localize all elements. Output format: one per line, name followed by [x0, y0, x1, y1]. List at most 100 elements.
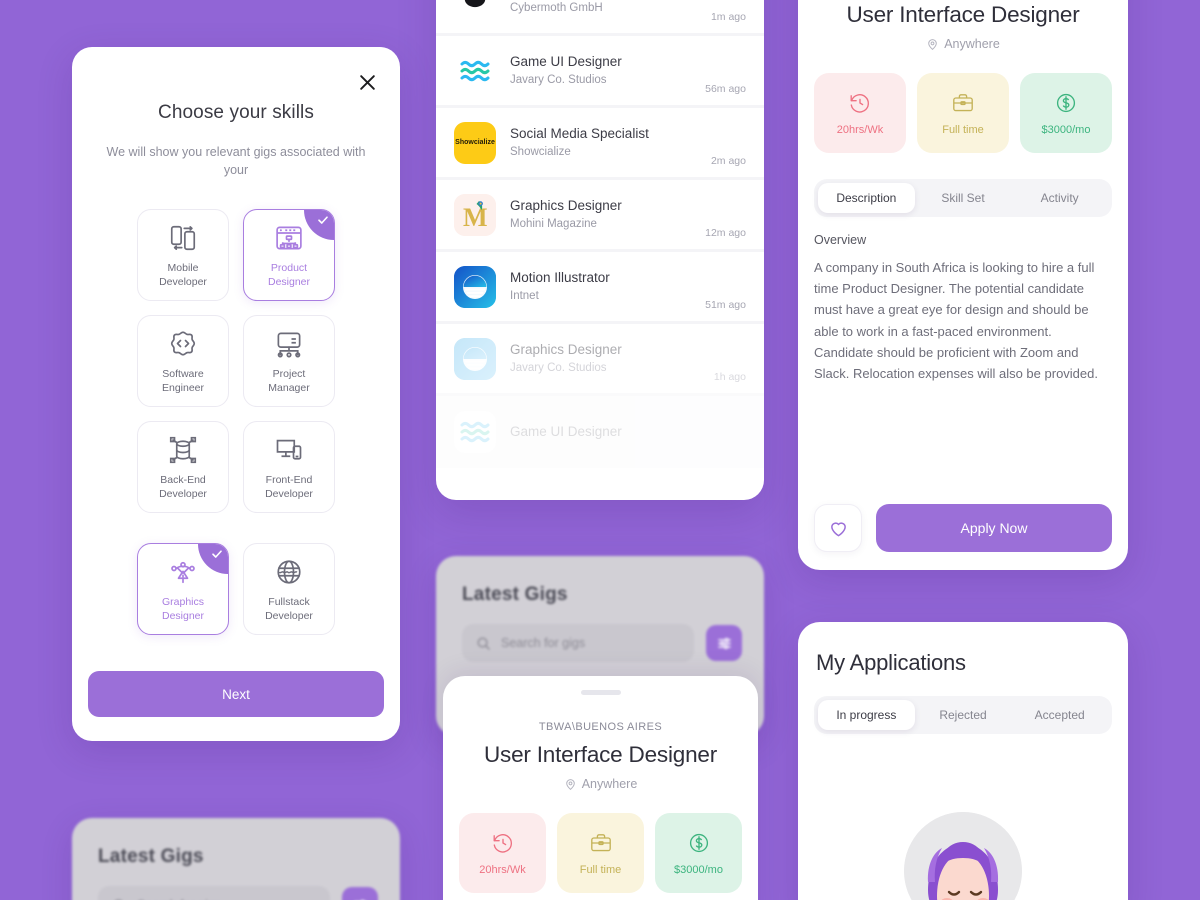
gig-title: Game UI Designer	[510, 54, 622, 70]
job-detail-tabs: Description Skill Set Activity	[814, 179, 1112, 217]
tab-in-progress[interactable]: In progress	[818, 700, 915, 730]
filter-sliders-icon	[360, 899, 364, 900]
pen-tool-icon	[171, 561, 195, 584]
latest-gigs-search-row: Search for gigs	[436, 606, 764, 662]
skill-card-graphics-designer[interactable]: Graphics Designer	[137, 543, 229, 635]
skill-card-project-manager[interactable]: Project Manager	[243, 315, 335, 407]
user-avatar-illustration	[904, 812, 1022, 900]
gig-company-logo	[454, 411, 496, 453]
skill-card-back-end-developer[interactable]: Back-End Developer	[137, 421, 229, 513]
gig-time: 1h ago	[713, 371, 746, 383]
gig-company: Javary Co. Studios	[510, 361, 607, 374]
gig-text: Graphics Designer Mohini Magazine	[510, 196, 705, 233]
job-detail-card-middle: TBWA\BUENOS AIRES User Interface Designe…	[443, 676, 758, 900]
filter-button-left[interactable]	[342, 887, 378, 900]
job-pill-label: $3000/mo	[674, 863, 723, 876]
gig-company: Mohini Magazine	[510, 217, 597, 230]
selected-check-badge	[198, 544, 228, 574]
job-pill-pay: $3000/mo	[1020, 73, 1112, 153]
gig-list-item[interactable]: M Graphics Designer Mohini Magazine 12m …	[436, 180, 764, 252]
job-pill-label: 20hrs/Wk	[479, 863, 526, 876]
dollar-circle-icon	[1056, 93, 1076, 112]
filter-button[interactable]	[706, 625, 742, 661]
gig-list-item[interactable]: Showcialize Social Media Specialist Show…	[436, 108, 764, 180]
map-pin-icon	[928, 38, 937, 50]
latest-gigs-title: Latest Gigs	[462, 584, 568, 605]
skill-icon-wrap	[274, 433, 304, 467]
modal-title: Choose your skills	[158, 102, 314, 123]
choose-skills-modal: Choose your skills We will show you rele…	[72, 47, 400, 741]
gig-time: 1m ago	[710, 11, 746, 23]
search-input-left[interactable]: Search for gigs	[98, 886, 330, 900]
skill-card-front-end-developer[interactable]: Front-End Developer	[243, 421, 335, 513]
job-company-middle: TBWA\BUENOS AIRES	[538, 721, 663, 733]
database-nodes-icon	[169, 436, 197, 464]
job-location-middle: Anywhere	[443, 777, 758, 791]
tab-description[interactable]: Description	[818, 183, 915, 213]
latest-gigs-panel-left: Latest Gigs Search for gigs	[72, 818, 400, 900]
map-pin-icon	[565, 778, 575, 790]
skill-card-mobile-developer[interactable]: Mobile Developer	[137, 209, 229, 301]
gig-text: UI/UX Designer Cybermoth GmbH	[510, 0, 711, 17]
skill-card-product-designer[interactable]: Product Designer	[243, 209, 335, 301]
search-input[interactable]: Search for gigs	[462, 624, 694, 662]
skill-card-label: Front-End Developer	[265, 474, 313, 500]
search-icon	[477, 637, 490, 650]
mobile-devices-icon	[170, 225, 196, 251]
avatar-container	[798, 812, 1128, 900]
skill-icon-wrap	[168, 433, 198, 467]
gig-list-item[interactable]: Graphics Designer Javary Co. Studios 1h …	[436, 324, 764, 396]
showcialize-logo-icon: Showcialize	[454, 121, 496, 164]
gig-text: Graphics Designer Javary Co. Studios	[510, 340, 714, 377]
clock-history-icon	[493, 833, 512, 853]
gig-list-item[interactable]: Game UI Designer Javary Co. Studios 56m …	[436, 36, 764, 108]
skill-card-software-engineer[interactable]: Software Engineer	[137, 315, 229, 407]
tab-activity[interactable]: Activity	[1011, 183, 1108, 213]
heart-icon	[830, 521, 846, 537]
gig-company: Javary Co. Studios	[510, 73, 607, 86]
applications-tabs: In progress Rejected Accepted	[814, 696, 1112, 734]
gig-company: Intnet	[510, 289, 539, 302]
gig-list-item[interactable]: Motion Illustrator Intnet 51m ago	[436, 252, 764, 324]
job-pill-pay: $3000/mo	[655, 813, 742, 893]
mohini-logo-icon: M	[454, 193, 496, 236]
tab-skill-set[interactable]: Skill Set	[915, 183, 1012, 213]
gig-list-item[interactable]: UI/UX Designer Cybermoth GmbH 1m ago	[436, 0, 764, 36]
tab-rejected[interactable]: Rejected	[915, 700, 1012, 730]
code-gear-icon	[170, 331, 196, 356]
close-button[interactable]	[354, 69, 380, 95]
wireframe-icon	[276, 226, 302, 250]
gig-title: Social Media Specialist	[510, 126, 649, 142]
selected-check-badge	[304, 210, 334, 240]
app-canvas: UI/UX Designer Cybermoth GmbH 1m ago Gam…	[0, 0, 1200, 900]
close-icon	[359, 74, 375, 90]
job-pill-hours: 20hrs/Wk	[814, 73, 906, 153]
job-detail-actions: Apply Now	[814, 504, 1112, 552]
gig-list-item[interactable]: Game UI Designer	[436, 396, 764, 468]
avatar	[904, 812, 1022, 900]
job-pill-label: $3000/mo	[1041, 123, 1091, 136]
apply-now-button[interactable]: Apply Now	[876, 504, 1112, 552]
my-applications-card: My Applications In progress Rejected Accep…	[798, 622, 1128, 900]
skill-icon-wrap	[274, 221, 304, 255]
tab-accepted[interactable]: Accepted	[1011, 700, 1108, 730]
globe-icon	[277, 560, 301, 584]
skill-icon-wrap	[274, 327, 304, 361]
gig-time: 12m ago	[705, 227, 746, 239]
skill-card-label: Graphics Designer	[161, 596, 205, 622]
briefcase-icon	[953, 93, 973, 111]
next-button[interactable]: Next	[88, 671, 384, 717]
modal-subtitle: We will show you relevant gigs associate…	[106, 145, 366, 177]
gig-time: 2m ago	[710, 155, 746, 167]
sheet-grabber[interactable]	[580, 690, 621, 695]
applications-title: My Applications	[816, 650, 966, 675]
gig-text: Motion Illustrator Intnet	[510, 268, 705, 305]
skill-card-label: Software Engineer	[161, 368, 205, 394]
gig-list-card: UI/UX Designer Cybermoth GmbH 1m ago Gam…	[436, 0, 764, 500]
favorite-button[interactable]	[814, 504, 862, 552]
job-location: Anywhere	[798, 37, 1128, 51]
skill-card-fullstack-developer[interactable]: Fullstack Developer	[243, 543, 335, 635]
gig-company-logo	[454, 0, 496, 20]
skill-card-label: Project Manager	[268, 368, 310, 394]
job-pill-type: Full time	[917, 73, 1009, 153]
